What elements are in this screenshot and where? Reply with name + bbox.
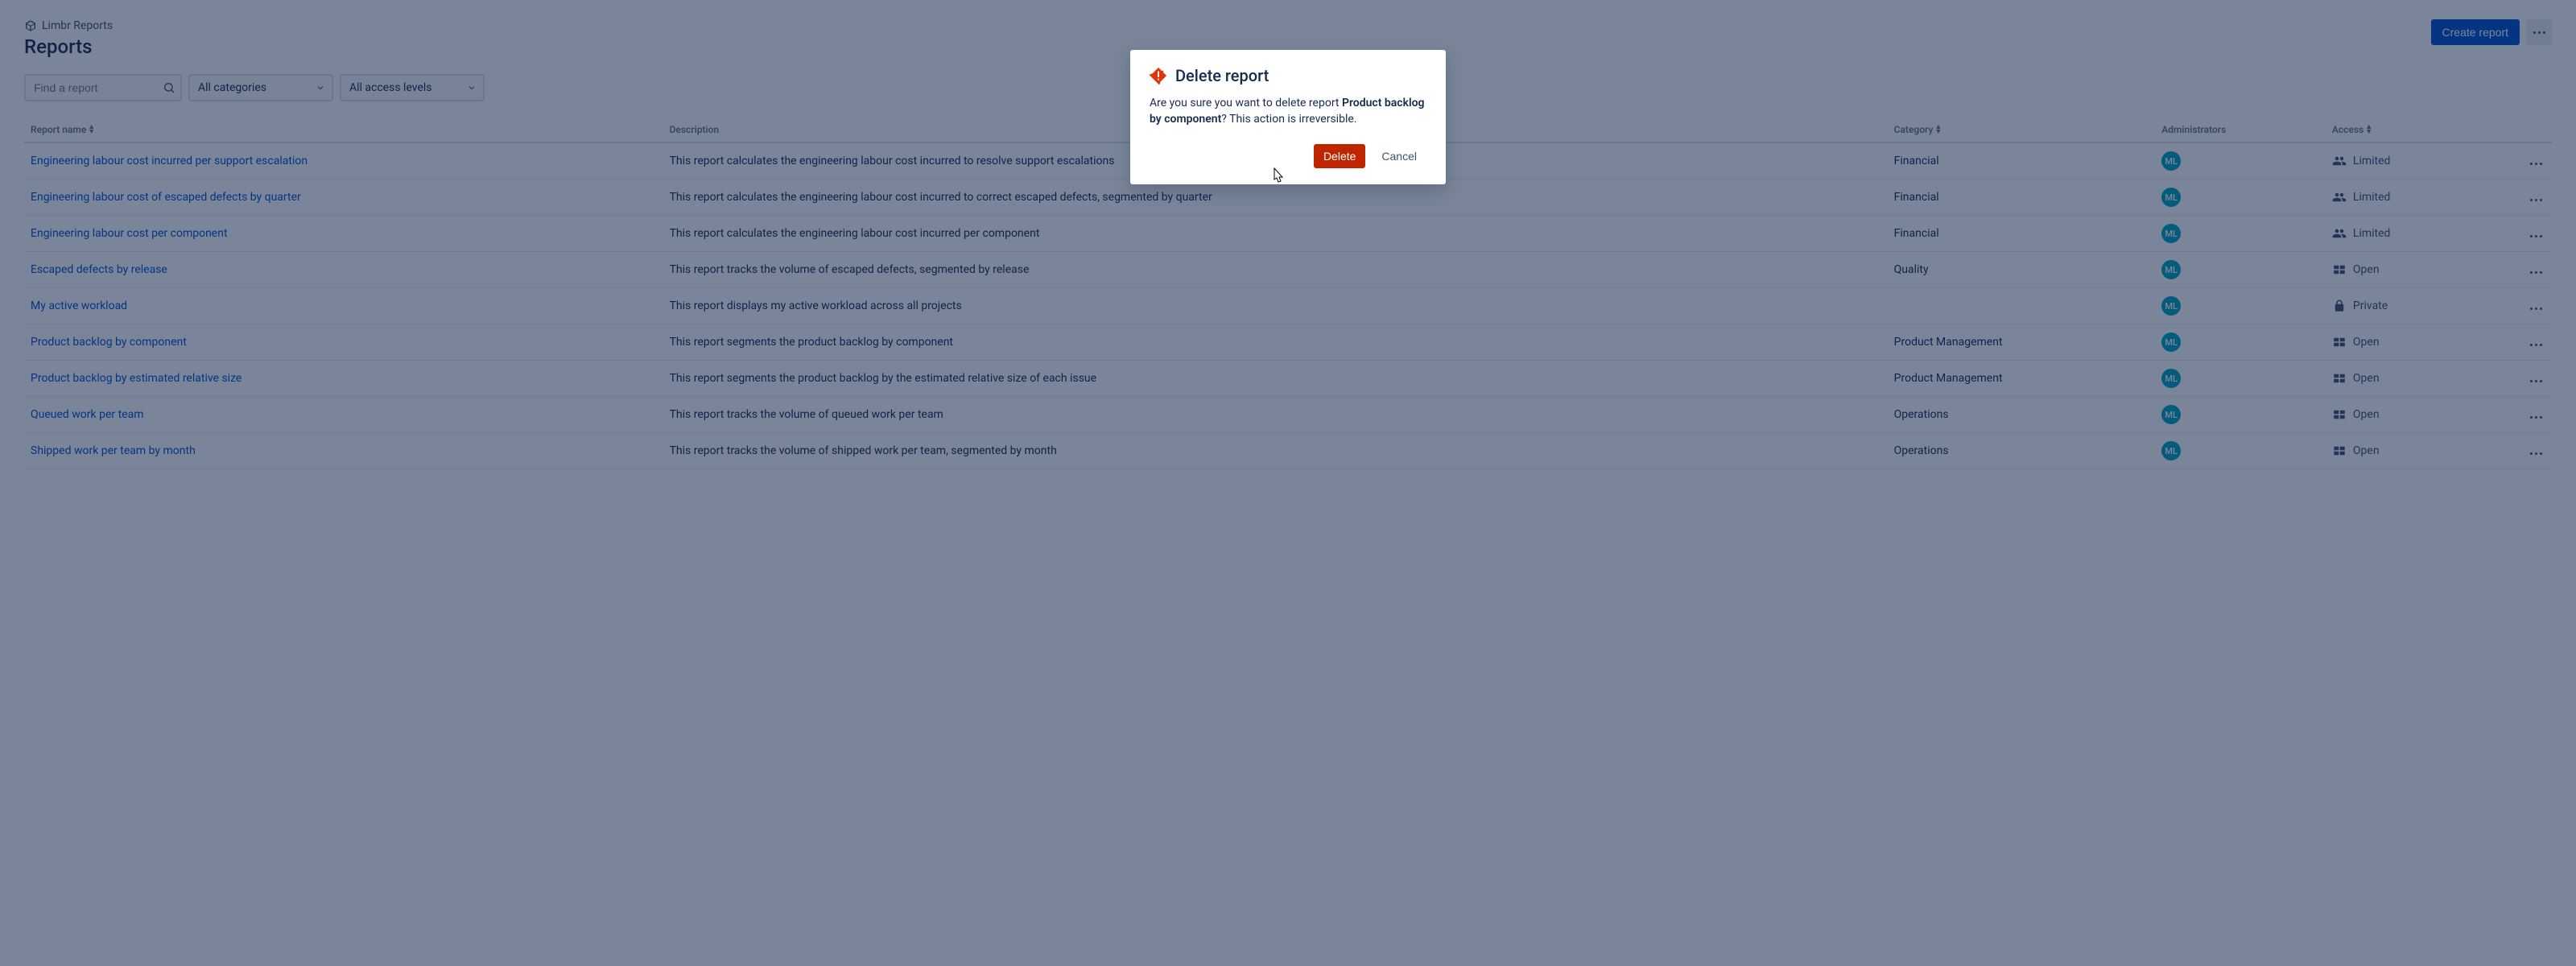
modal-overlay[interactable]: Delete report Are you sure you want to d…: [0, 0, 2576, 966]
modal-body: Are you sure you want to delete report P…: [1150, 95, 1426, 128]
cursor-icon: [1269, 167, 1285, 186]
confirm-delete-button[interactable]: Delete: [1314, 144, 1365, 168]
delete-modal: Delete report Are you sure you want to d…: [1130, 50, 1446, 184]
modal-title: Delete report: [1175, 66, 1269, 85]
error-icon: [1150, 67, 1167, 85]
cancel-button[interactable]: Cancel: [1372, 144, 1426, 168]
